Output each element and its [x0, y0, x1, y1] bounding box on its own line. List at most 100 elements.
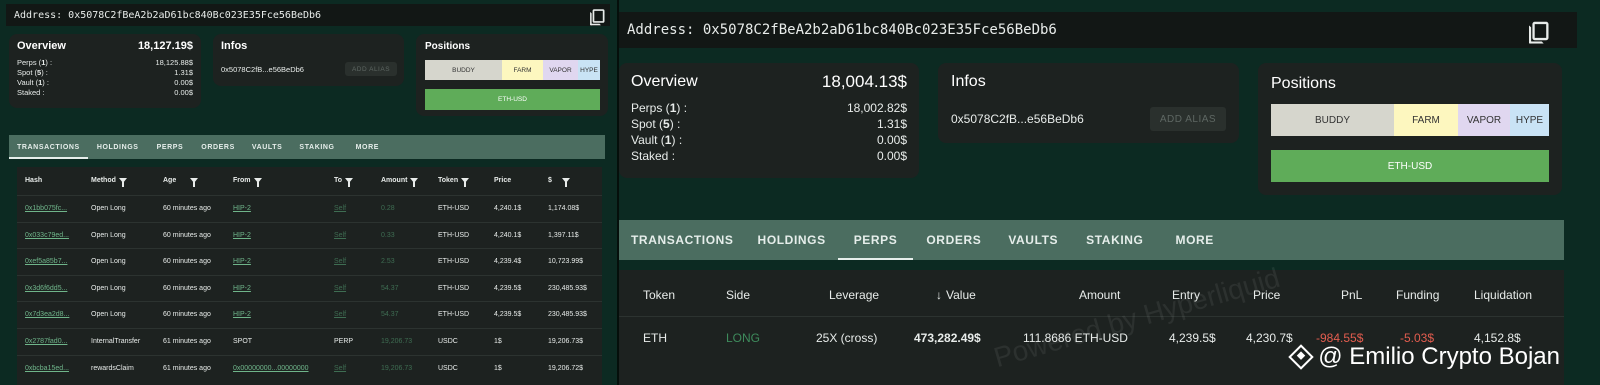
tab-staking[interactable]: STAKING: [290, 135, 343, 159]
add-alias-button[interactable]: ADD ALIAS: [345, 62, 397, 76]
cell-age: 60 minutes ago: [163, 258, 211, 266]
cell-from[interactable]: HIP-2: [233, 285, 251, 292]
cell-hash[interactable]: 0x1bb075fc...: [25, 205, 67, 212]
cell-usd: 1,174.08$: [548, 205, 580, 212]
cell-usd: 1,397.11$: [548, 231, 579, 239]
filter-icon[interactable]: [118, 178, 127, 187]
tab-transactions[interactable]: TRANSACTIONS: [619, 220, 746, 260]
col-usd[interactable]: $: [548, 177, 570, 187]
tab-holdings[interactable]: HOLDINGS: [746, 220, 838, 260]
cell-to[interactable]: Self: [334, 258, 346, 265]
overview-row-spot: Spot (5) :1.31$: [17, 68, 193, 77]
col-side: Side: [726, 288, 751, 302]
tab-vaults[interactable]: VAULTS: [244, 135, 291, 159]
tab-transactions[interactable]: TRANSACTIONS: [9, 135, 88, 159]
cell-from[interactable]: HIP-2: [233, 205, 251, 212]
overview-card: Overview 18,004.13$ Perps (1) :18,002.82…: [619, 63, 919, 178]
cell-hash[interactable]: 0x7d3ea2d8...: [25, 311, 69, 318]
filter-icon[interactable]: [253, 178, 262, 187]
cell-to[interactable]: Self: [334, 232, 346, 239]
overview-title: Overview: [631, 73, 698, 90]
filter-icon[interactable]: [345, 178, 354, 187]
col-from[interactable]: From: [233, 177, 262, 187]
filter-icon[interactable]: [461, 178, 470, 187]
cell-hash[interactable]: 0xbcba15ed...: [25, 365, 69, 372]
cell-hash[interactable]: 0x2787fad0...: [25, 338, 67, 345]
tab-orders[interactable]: ORDERS: [192, 135, 244, 159]
cell-value: 473,282.49$: [914, 331, 981, 345]
table-row[interactable]: 0xef5a85b7... Open Long 60 minutes ago HIP-…: [17, 248, 602, 275]
cell-price: 4,240.1$: [494, 231, 522, 239]
tab-more[interactable]: MORE: [344, 135, 391, 159]
col-token[interactable]: Token: [438, 177, 470, 187]
col-amount[interactable]: Amount: [381, 177, 419, 187]
cell-to[interactable]: Self: [334, 285, 346, 292]
tab-more[interactable]: MORE: [1157, 220, 1231, 260]
positions-title: Positions: [1271, 75, 1336, 92]
filter-icon[interactable]: [190, 178, 199, 187]
segment-farm: FARM: [502, 60, 543, 80]
overview-total: 18,127.19$: [137, 40, 193, 52]
tab-orders[interactable]: ORDERS: [913, 220, 994, 260]
filter-icon[interactable]: [561, 178, 570, 187]
add-alias-button[interactable]: ADD ALIAS: [1150, 107, 1226, 131]
cell-token: USDC: [438, 364, 458, 372]
segment-buddy: BUDDY: [425, 60, 502, 80]
overview-row-perps: Perps (1) :18,002.82$: [631, 101, 907, 115]
infos-title: Infos: [951, 73, 986, 90]
tab-bar: TRANSACTIONS HOLDINGS PERPS ORDERS VAULT…: [9, 135, 605, 159]
cell-from[interactable]: HIP-2: [233, 232, 251, 239]
sort-down-icon[interactable]: ↓: [936, 288, 942, 302]
cell-hash[interactable]: 0xef5a85b7...: [25, 258, 67, 265]
cell-from[interactable]: 0x00000000...00000000: [233, 365, 309, 372]
overview-row-vault: Vault (1) :0.00$: [17, 78, 193, 87]
col-age[interactable]: Age: [163, 177, 199, 187]
tab-vaults[interactable]: VAULTS: [994, 220, 1072, 260]
col-hash: Hash: [25, 177, 43, 184]
overview-row-staked: Staked :0.00$: [631, 149, 907, 163]
tab-perps[interactable]: PERPS: [837, 220, 914, 260]
tab-holdings[interactable]: HOLDINGS: [88, 135, 148, 159]
cell-price: 4,239.5$: [494, 311, 522, 319]
cell-token: USDC: [438, 338, 458, 345]
transactions-table: Hash Method Age From To Amount Token Pri…: [17, 167, 602, 385]
cell-side: LONG: [726, 331, 761, 345]
cell-amount: 54.37: [381, 284, 399, 292]
infos-address: 0x5078C2fB...e56BeDb6: [221, 65, 304, 74]
col-value[interactable]: ↓ Value: [936, 288, 976, 302]
cell-token: ETH-USD: [438, 258, 470, 266]
right-screenshot: Address: 0x5078C2fBeA2b2aD61bc840Bc023E3…: [619, 0, 1600, 385]
cell-from[interactable]: HIP-2: [233, 311, 251, 318]
cell-from[interactable]: SPOT: [233, 338, 252, 345]
cell-hash[interactable]: 0x033c79ed...: [25, 232, 69, 239]
col-method[interactable]: Method: [91, 177, 127, 187]
author-credit: @ Emilio Crypto Bojan: [1288, 343, 1560, 371]
table-row[interactable]: 0x033c79ed... Open Long 60 minutes ago HIP-…: [17, 221, 602, 249]
cell-token: ETH: [643, 331, 667, 345]
cell-to[interactable]: Self: [334, 365, 346, 372]
cell-hash[interactable]: 0x3d6f6dd5...: [25, 285, 67, 292]
cell-from[interactable]: HIP-2: [233, 258, 251, 265]
copy-icon[interactable]: [590, 9, 605, 26]
cell-method: InternalTransfer: [91, 338, 141, 345]
col-leverage: Leverage: [829, 288, 880, 302]
col-to[interactable]: To: [334, 177, 354, 187]
position-eth-usd-bar[interactable]: ETH-USD: [1271, 150, 1549, 182]
overview-title: Overview: [17, 40, 66, 52]
table-row[interactable]: 0x7d3ea2d8... Open Long 60 minutes ago HIP-…: [17, 301, 602, 328]
table-row[interactable]: 0x2787fad0... InternalTransfer 61 minutes …: [17, 328, 602, 355]
table-row[interactable]: 0x1bb075fc... Open Long 60 minutes ago HIP-…: [17, 195, 602, 222]
cell-to[interactable]: Self: [334, 311, 346, 318]
cell-to[interactable]: Self: [334, 205, 346, 212]
cell-age: 60 minutes ago: [163, 231, 211, 239]
position-eth-usd-bar[interactable]: ETH-USD: [425, 89, 600, 110]
overview-row-perps: Perps (1) :18,125.88$: [17, 58, 193, 67]
overview-total: 18,004.13$: [821, 72, 907, 91]
table-row[interactable]: 0xbcba15ed... rewardsClaim 61 minutes ago 0…: [17, 354, 602, 382]
tab-staking[interactable]: STAKING: [1072, 220, 1157, 260]
copy-icon[interactable]: [1528, 21, 1549, 44]
filter-icon[interactable]: [410, 178, 419, 187]
tab-perps[interactable]: PERPS: [148, 135, 193, 159]
cell-method: Open Long: [91, 258, 126, 266]
table-row[interactable]: 0x3d6f6dd5... Open Long 60 minutes ago HIP-…: [17, 274, 602, 302]
